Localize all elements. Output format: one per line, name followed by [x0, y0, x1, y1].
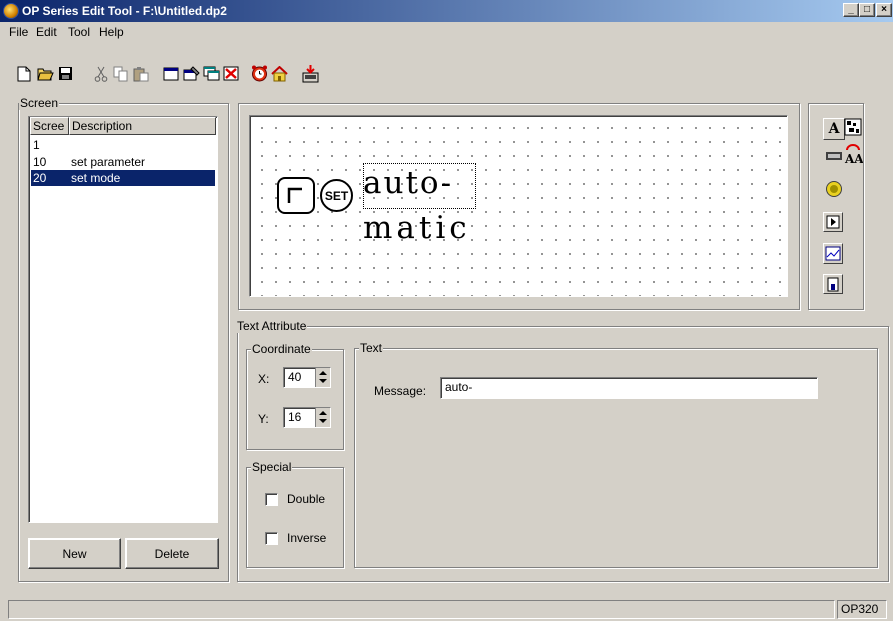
- paste-icon[interactable]: [132, 64, 150, 83]
- open-folder-icon[interactable]: [36, 64, 54, 83]
- delete-button[interactable]: Delete: [125, 538, 219, 569]
- inverse-checkbox[interactable]: [265, 532, 278, 545]
- set-key-label: SET: [324, 188, 349, 203]
- window-icon[interactable]: [162, 64, 180, 83]
- double-checkbox[interactable]: [265, 493, 278, 506]
- y-spinner[interactable]: [315, 408, 330, 427]
- status-model: OP320: [837, 600, 887, 619]
- screen-canvas[interactable]: SET auto- matic: [249, 115, 788, 297]
- screen-id: 10: [33, 155, 47, 169]
- app-icon: [3, 3, 19, 19]
- text-object-line2[interactable]: matic: [363, 207, 471, 249]
- screen-description: set mode: [71, 171, 121, 185]
- inverse-label[interactable]: Inverse: [287, 531, 326, 545]
- table-row[interactable]: 1: [31, 137, 215, 153]
- function-key-icon[interactable]: [277, 177, 315, 214]
- special-group: Special: [246, 460, 344, 568]
- message-input[interactable]: auto-: [440, 377, 818, 399]
- status-pane-main: [8, 600, 835, 619]
- column-header-id[interactable]: Scree: [30, 117, 69, 135]
- screen-id: 20: [33, 171, 47, 185]
- save-disk-icon[interactable]: [56, 64, 74, 83]
- screen-id: 1: [33, 138, 40, 152]
- text-switch-tool-icon[interactable]: AA: [842, 143, 864, 165]
- close-button[interactable]: ×: [876, 3, 892, 17]
- title-bar: OP Series Edit Tool - F:\Untitled.dp2 _ …: [0, 0, 893, 22]
- spin-down-icon[interactable]: [319, 379, 327, 383]
- coordinate-group: Coordinate: [246, 342, 344, 450]
- x-coordinate-input[interactable]: 40: [283, 367, 331, 388]
- menu-edit[interactable]: Edit: [36, 25, 57, 39]
- x-spinner[interactable]: [315, 368, 330, 387]
- message-value: auto-: [445, 380, 473, 394]
- maximize-button[interactable]: □: [859, 3, 875, 17]
- x-label: X:: [258, 372, 270, 386]
- download-icon[interactable]: [301, 64, 319, 83]
- spin-up-icon[interactable]: [319, 411, 327, 415]
- screen-description: set parameter: [71, 155, 146, 169]
- delete-red-icon[interactable]: [222, 64, 240, 83]
- lamp-tool-icon[interactable]: [823, 178, 845, 200]
- trend-tool-icon[interactable]: [823, 243, 843, 264]
- text-attribute-label: Text Attribute: [236, 319, 308, 333]
- screen-list[interactable]: Scree Description 1 10 set parameter 20 …: [28, 116, 218, 523]
- text-group-label: Text: [359, 341, 384, 355]
- new-button[interactable]: New: [28, 538, 121, 569]
- screen-panel-label: Screen: [19, 96, 60, 110]
- spin-down-icon[interactable]: [319, 419, 327, 423]
- menu-file[interactable]: File: [9, 25, 28, 39]
- button-tool-icon[interactable]: [823, 212, 843, 232]
- spin-up-icon[interactable]: [319, 371, 327, 375]
- bar-tool-icon[interactable]: [823, 274, 843, 294]
- screens-icon[interactable]: [202, 64, 220, 83]
- table-row[interactable]: 10 set parameter: [31, 154, 215, 170]
- menu-help[interactable]: Help: [99, 25, 124, 39]
- special-label: Special: [251, 460, 293, 474]
- minimize-button[interactable]: _: [843, 3, 859, 17]
- y-value: 16: [288, 410, 302, 424]
- toolbar: [0, 44, 893, 94]
- text-object-line1[interactable]: auto-: [363, 162, 453, 204]
- properties-icon[interactable]: [182, 64, 200, 83]
- new-file-icon[interactable]: [15, 64, 33, 83]
- y-label: Y:: [258, 412, 269, 426]
- table-row-selected[interactable]: 20 set mode: [31, 170, 215, 186]
- coordinate-label: Coordinate: [251, 342, 312, 356]
- menu-tool[interactable]: Tool: [68, 25, 90, 39]
- message-label: Message:: [374, 384, 427, 398]
- window-title: OP Series Edit Tool - F:\Untitled.dp2: [22, 4, 227, 18]
- menu-bar: File Edit Tool Help: [0, 22, 893, 42]
- column-header-description[interactable]: Description: [69, 117, 216, 135]
- svg-text:AA: AA: [844, 152, 863, 165]
- cut-icon[interactable]: [92, 64, 110, 83]
- timer-icon[interactable]: [250, 64, 268, 83]
- y-coordinate-input[interactable]: 16: [283, 407, 331, 428]
- home-icon[interactable]: [270, 64, 288, 83]
- set-key-icon[interactable]: SET: [320, 179, 353, 212]
- bitmap-tool-icon[interactable]: [842, 116, 864, 138]
- double-label[interactable]: Double: [287, 492, 325, 506]
- x-value: 40: [288, 370, 302, 384]
- copy-icon[interactable]: [112, 64, 130, 83]
